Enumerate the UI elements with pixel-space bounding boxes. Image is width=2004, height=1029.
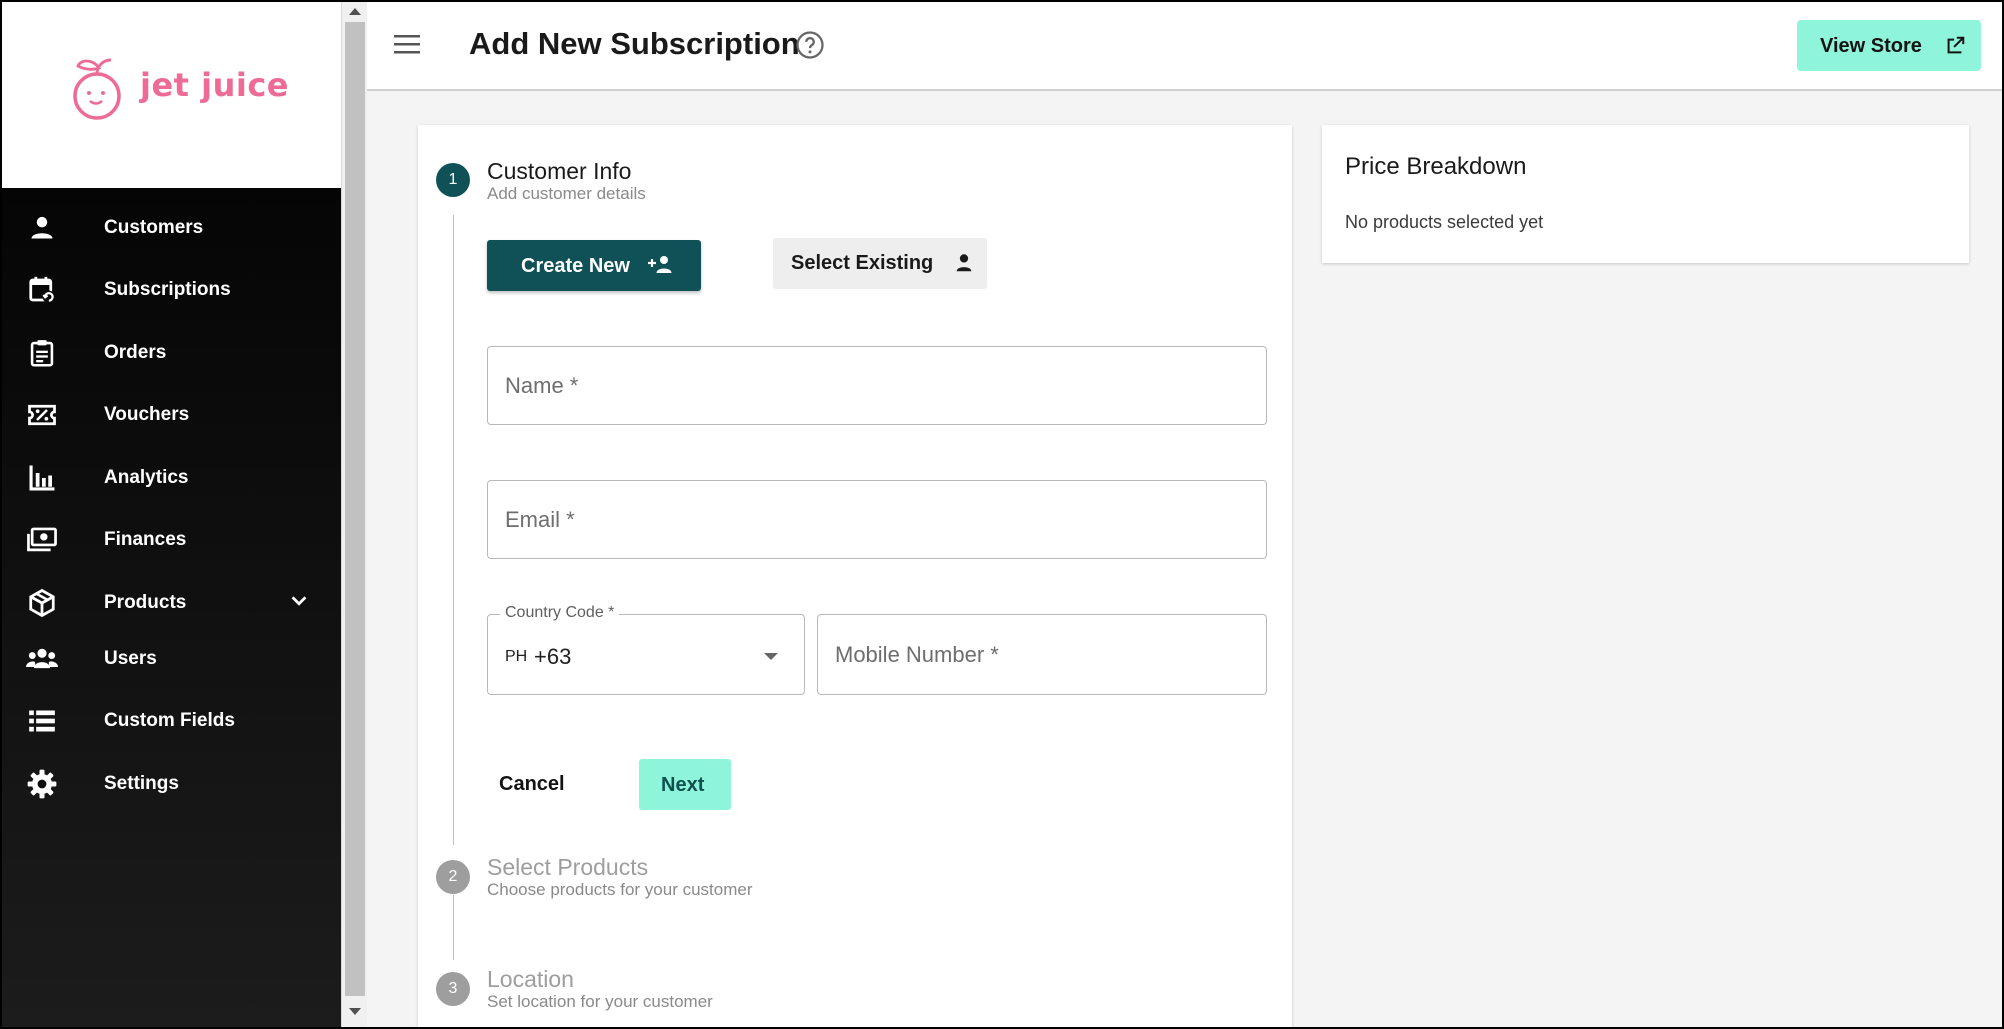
clipboard-icon xyxy=(26,337,58,369)
sidebar-item-finances[interactable]: Finances xyxy=(0,515,341,565)
peach-logo-icon xyxy=(73,58,121,120)
sidebar-item-settings[interactable]: Settings xyxy=(0,759,341,809)
email-input[interactable] xyxy=(488,481,1266,558)
step-subtitle: Set location for your customer xyxy=(487,992,713,1011)
scroll-up-icon[interactable] xyxy=(349,8,361,15)
page-header: Add New Subscription View Store xyxy=(367,0,2004,91)
sidebar-item-label: Products xyxy=(104,592,187,613)
step-number-badge: 1 xyxy=(436,163,470,197)
next-button[interactable]: Next xyxy=(639,759,731,810)
gear-icon xyxy=(26,768,58,800)
hamburger-menu-icon[interactable] xyxy=(392,32,422,61)
view-store-button[interactable]: View Store xyxy=(1797,20,1981,71)
bar-chart-icon xyxy=(26,462,58,494)
scrollbar[interactable] xyxy=(341,0,367,1029)
external-link-icon xyxy=(1944,35,1966,62)
step-subtitle: Choose products for your customer xyxy=(487,880,753,899)
chevron-down-icon[interactable] xyxy=(288,590,310,617)
select-existing-label: Select Existing xyxy=(791,252,934,274)
add-person-icon xyxy=(647,254,673,281)
view-store-label: View Store xyxy=(1820,35,1922,57)
sidebar-item-label: Subscriptions xyxy=(104,279,231,300)
sidebar-item-analytics[interactable]: Analytics xyxy=(0,453,341,503)
create-new-customer-button[interactable]: Create New xyxy=(487,240,701,291)
scroll-thumb[interactable] xyxy=(345,22,365,996)
cancel-button[interactable]: Cancel xyxy=(487,759,567,809)
price-breakdown-title: Price Breakdown xyxy=(1345,153,1527,180)
box-icon xyxy=(26,587,58,619)
country-flag: PH xyxy=(505,648,528,665)
calendar-sync-icon xyxy=(26,274,58,306)
subscription-stepper-card: 1 Customer Info Add customer details Cre… xyxy=(418,125,1292,1029)
brand-name: jet juice xyxy=(140,66,289,104)
page-title: Add New Subscription xyxy=(469,26,800,61)
price-breakdown-empty-text: No products selected yet xyxy=(1345,212,1544,232)
country-code-select[interactable]: Country Code * PH +63 xyxy=(487,604,805,695)
next-label: Next xyxy=(661,774,705,796)
sidebar-item-products[interactable]: Products xyxy=(0,578,341,628)
sidebar-item-orders[interactable]: Orders xyxy=(0,328,341,378)
mobile-number-input[interactable] xyxy=(818,615,1266,694)
sidebar-item-customers[interactable]: Customers xyxy=(0,203,341,253)
ticket-percent-icon xyxy=(26,399,58,431)
step-number-badge: 2 xyxy=(436,860,470,894)
scroll-down-icon[interactable] xyxy=(349,1008,361,1015)
list-icon xyxy=(26,705,58,737)
sidebar-item-users[interactable]: Users xyxy=(0,634,341,684)
step-connector xyxy=(453,895,454,960)
sidebar: jet juice Customers Subscriptions Orders… xyxy=(0,0,341,1029)
email-field[interactable] xyxy=(487,480,1267,559)
logo-area: jet juice xyxy=(0,0,341,188)
step-title[interactable]: Select Products xyxy=(487,854,648,881)
sidebar-item-label: Customers xyxy=(104,217,204,238)
step-connector xyxy=(453,215,454,845)
group-icon xyxy=(26,643,58,675)
mobile-number-field[interactable] xyxy=(817,614,1267,695)
create-new-label: Create New xyxy=(521,255,630,277)
sidebar-item-subscriptions[interactable]: Subscriptions xyxy=(0,265,341,315)
sidebar-item-label: Vouchers xyxy=(104,404,190,425)
step-title: Customer Info xyxy=(487,158,632,184)
name-input[interactable] xyxy=(488,347,1266,424)
money-icon xyxy=(26,524,58,556)
sidebar-item-label: Finances xyxy=(104,529,187,550)
select-existing-customer-button[interactable]: Select Existing xyxy=(773,238,987,289)
cancel-label: Cancel xyxy=(499,773,565,795)
step-number-badge: 3 xyxy=(436,972,470,1006)
sidebar-item-label: Analytics xyxy=(104,467,189,488)
sidebar-nav: Customers Subscriptions Orders Vouchers … xyxy=(0,188,341,1029)
country-code-value: +63 xyxy=(534,644,572,669)
sidebar-item-label: Settings xyxy=(104,773,179,794)
help-icon[interactable] xyxy=(795,30,825,65)
sidebar-item-custom-fields[interactable]: Custom Fields xyxy=(0,696,341,746)
sidebar-item-label: Users xyxy=(104,648,157,669)
dropdown-arrow-icon[interactable] xyxy=(764,653,778,660)
step-subtitle: Add customer details xyxy=(487,184,646,203)
main-content: Add New Subscription View Store 1 Custom… xyxy=(367,0,2004,1029)
sidebar-item-label: Custom Fields xyxy=(104,710,235,731)
price-breakdown-card: Price Breakdown No products selected yet xyxy=(1322,125,1969,263)
sidebar-item-vouchers[interactable]: Vouchers xyxy=(0,390,341,440)
person-icon xyxy=(953,252,975,279)
name-field[interactable] xyxy=(487,346,1267,425)
country-code-label: Country Code * xyxy=(500,604,620,622)
sidebar-item-label: Orders xyxy=(104,342,167,363)
step-title[interactable]: Location xyxy=(487,966,574,993)
person-icon xyxy=(26,212,58,244)
